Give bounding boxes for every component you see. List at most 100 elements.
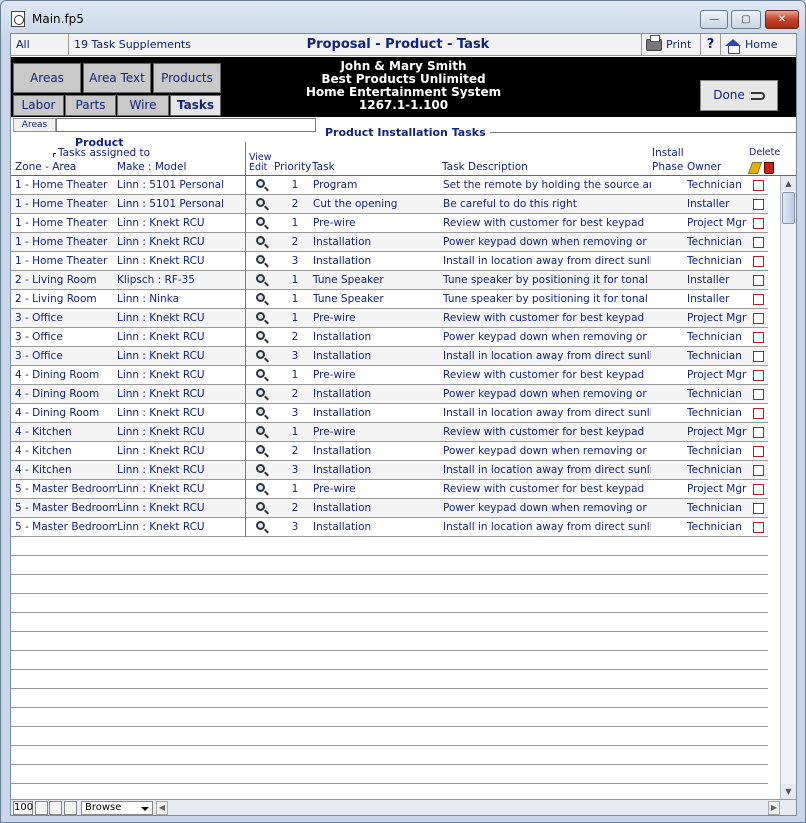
maximize-button[interactable]: ▢	[731, 10, 761, 29]
empty-row	[11, 670, 768, 689]
delete-checkbox[interactable]	[753, 294, 764, 305]
delete-checkbox[interactable]	[753, 484, 764, 495]
mode-select[interactable]: Browse	[81, 801, 153, 815]
table-row[interactable]: 5 - Master Bedroom Linn : Knekt RCU 1 Pre-w…	[11, 480, 768, 499]
magnifier-icon[interactable]	[256, 293, 265, 302]
done-button[interactable]: Done	[700, 80, 778, 111]
table-row[interactable]: 2 - Living Room Klipsch : RF-35 1 Tune Spea…	[11, 271, 768, 290]
table-row[interactable]: 4 - Kitchen Linn : Knekt RCU 3 Installation…	[11, 461, 768, 480]
magnifier-icon[interactable]	[256, 217, 265, 226]
home-label: Home	[745, 38, 778, 51]
magnifier-icon[interactable]	[256, 312, 265, 321]
table-row[interactable]: 1 - Home Theater Linn : 5101 Personal 1 Pro…	[11, 176, 768, 195]
magnifier-icon[interactable]	[256, 502, 265, 511]
table-row[interactable]: 3 - Office Linn : Knekt RCU 3 Installation I…	[11, 347, 768, 366]
all-areas-button[interactable]: All Areas	[11, 34, 69, 73]
delete-checkbox[interactable]	[753, 522, 764, 533]
tab-parts[interactable]: Parts	[65, 95, 116, 116]
delete-checkbox[interactable]	[753, 180, 764, 191]
magnifier-icon[interactable]	[256, 331, 265, 340]
zone-area-cell: 3 - Office	[15, 350, 63, 362]
header-install: Install	[652, 147, 684, 159]
magnifier-icon[interactable]	[256, 255, 265, 264]
task-description-cell: Power keypad down when removing or	[443, 331, 647, 343]
delete-checkbox[interactable]	[753, 313, 764, 324]
magnifier-icon[interactable]	[256, 521, 265, 530]
delete-checkbox[interactable]	[753, 275, 764, 286]
print-button[interactable]: Print	[641, 34, 701, 56]
magnifier-icon[interactable]	[256, 445, 265, 454]
delete-checkbox[interactable]	[753, 408, 764, 419]
table-row[interactable]: 3 - Office Linn : Knekt RCU 2 Installation P…	[11, 328, 768, 347]
owner-cell: Technician	[687, 236, 742, 248]
magnifier-icon[interactable]	[256, 179, 265, 188]
delete-checkbox[interactable]	[753, 256, 764, 267]
scroll-left-arrow[interactable]: ◀	[156, 801, 168, 815]
home-button[interactable]: Home	[721, 34, 796, 56]
zoom-out-icon[interactable]	[35, 801, 48, 815]
table-row[interactable]: 5 - Master Bedroom Linn : Knekt RCU 2 Insta…	[11, 499, 768, 518]
delete-checkbox[interactable]	[753, 351, 764, 362]
minimize-button[interactable]: —	[700, 10, 728, 29]
delete-checkbox[interactable]	[753, 370, 764, 381]
delete-checkbox[interactable]	[753, 389, 764, 400]
table-row[interactable]: 4 - Dining Room Linn : Knekt RCU 1 Pre-wire…	[11, 366, 768, 385]
task-cell: Installation	[313, 521, 372, 533]
status-area-icon[interactable]	[64, 801, 77, 815]
scroll-thumb[interactable]	[782, 192, 795, 224]
scroll-right-arrow[interactable]: ▶	[768, 801, 780, 815]
magnifier-icon[interactable]	[256, 350, 265, 359]
client-number: 1267.1-1.100	[358, 98, 449, 112]
close-button[interactable]: ✕	[765, 10, 799, 29]
delete-checkbox[interactable]	[753, 465, 764, 476]
table-row[interactable]: 1 - Home Theater Linn : Knekt RCU 2 Install…	[11, 233, 768, 252]
magnifier-icon[interactable]	[256, 407, 265, 416]
delete-checkbox[interactable]	[753, 503, 764, 514]
zoom-level[interactable]: 100	[13, 801, 33, 815]
priority-cell: 1	[291, 217, 299, 229]
help-button[interactable]: ?	[701, 34, 721, 56]
delete-checkbox[interactable]	[753, 237, 764, 248]
areas-filter-input[interactable]	[56, 118, 316, 132]
table-row[interactable]: 4 - Kitchen Linn : Knekt RCU 2 Installation…	[11, 442, 768, 461]
delete-cell	[749, 423, 767, 441]
delete-checkbox[interactable]	[753, 332, 764, 343]
magnifier-icon[interactable]	[256, 388, 265, 397]
zone-area-cell: 4 - Kitchen	[15, 426, 72, 438]
zone-area-cell: 4 - Dining Room	[15, 369, 100, 381]
magnifier-icon[interactable]	[256, 236, 265, 245]
tab-products[interactable]: Products	[153, 63, 221, 93]
scroll-up-arrow[interactable]: ▲	[781, 176, 796, 191]
vertical-scrollbar[interactable]: ▲ ▼	[780, 176, 796, 799]
table-row[interactable]: 4 - Dining Room Linn : Knekt RCU 2 Installa…	[11, 385, 768, 404]
table-row[interactable]: 1 - Home Theater Linn : 5101 Personal 2 Cut…	[11, 195, 768, 214]
magnifier-icon[interactable]	[256, 426, 265, 435]
table-row[interactable]: 4 - Kitchen Linn : Knekt RCU 1 Pre-wire Revi…	[11, 423, 768, 442]
top-bar: All Areas 19 Task Supplements Proposal -…	[11, 34, 796, 74]
priority-cell: 3	[291, 464, 299, 476]
tab-areas[interactable]: Areas	[13, 63, 81, 93]
table-row[interactable]: 5 - Master Bedroom Linn : Knekt RCU 3 Insta…	[11, 518, 768, 537]
scroll-down-arrow[interactable]: ▼	[781, 784, 796, 799]
magnifier-icon[interactable]	[256, 369, 265, 378]
task-description-cell: Install in location away from direct sun…	[443, 255, 651, 267]
table-row[interactable]: 4 - Dining Room Linn : Knekt RCU 3 Installa…	[11, 404, 768, 423]
delete-checkbox[interactable]	[753, 218, 764, 229]
magnifier-icon[interactable]	[256, 483, 265, 492]
zoom-in-icon[interactable]	[49, 801, 62, 815]
delete-checkbox[interactable]	[753, 446, 764, 457]
table-row[interactable]: 2 - Living Room Linn : Ninka 1 Tune Speaker…	[11, 290, 768, 309]
table-row[interactable]: 3 - Office Linn : Knekt RCU 1 Pre-wire Revie…	[11, 309, 768, 328]
tab-wire[interactable]: Wire	[117, 95, 169, 116]
tab-tasks[interactable]: Tasks	[170, 95, 221, 116]
delete-checkbox[interactable]	[753, 199, 764, 210]
magnifier-icon[interactable]	[256, 274, 265, 283]
tab-area-text[interactable]: Area Text	[83, 63, 151, 93]
table-row[interactable]: 1 - Home Theater Linn : Knekt RCU 1 Pre-wir…	[11, 214, 768, 233]
tab-labor[interactable]: Labor	[13, 95, 64, 116]
magnifier-icon[interactable]	[256, 198, 265, 207]
magnifier-icon[interactable]	[256, 464, 265, 473]
table-row[interactable]: 1 - Home Theater Linn : Knekt RCU 3 Install…	[11, 252, 768, 271]
delete-checkbox[interactable]	[753, 427, 764, 438]
owner-cell: Technician	[687, 464, 742, 476]
